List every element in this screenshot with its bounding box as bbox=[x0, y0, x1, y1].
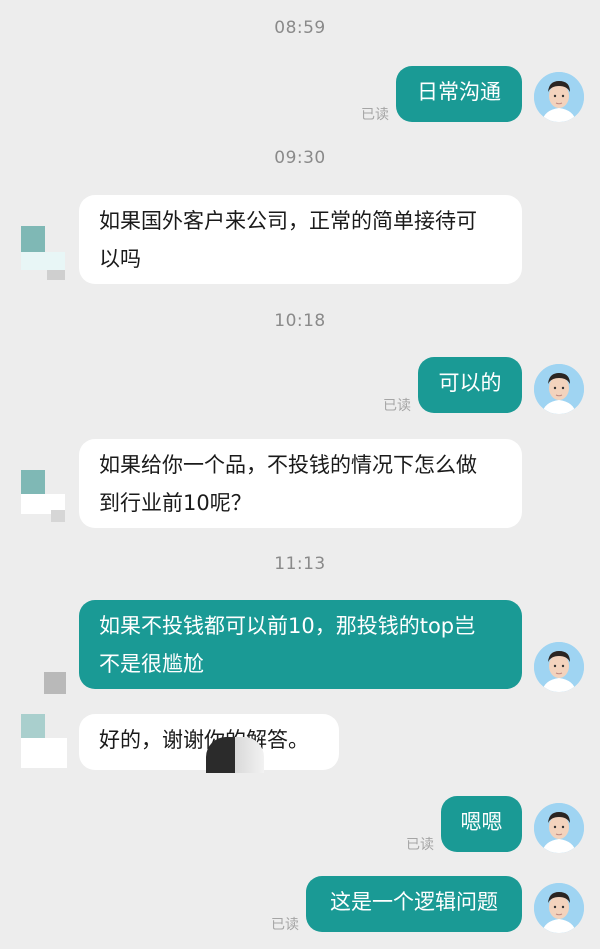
timestamp: 08:59 bbox=[274, 18, 326, 38]
read-receipt: 已读 bbox=[406, 837, 434, 853]
blurred-avatar-icon bbox=[21, 470, 65, 522]
read-receipt: 已读 bbox=[271, 917, 299, 933]
contact-avatar[interactable] bbox=[21, 470, 67, 524]
timestamp: 11:13 bbox=[274, 554, 326, 574]
message-text: 可以的 bbox=[438, 371, 502, 395]
avatar-photo-icon bbox=[534, 883, 584, 933]
message-text: 嗯嗯 bbox=[460, 810, 503, 834]
user-avatar[interactable] bbox=[534, 803, 584, 853]
contact-avatar[interactable] bbox=[21, 226, 67, 280]
message-bubble-outgoing[interactable]: 这是一个逻辑问题 bbox=[306, 876, 522, 932]
message-bubble-outgoing[interactable]: 如果不投钱都可以前10，那投钱的top岂 不是很尴尬 bbox=[79, 600, 522, 689]
message-text-line: 如果国外客户来公司，正常的简单接待可 bbox=[99, 209, 477, 233]
message-text-line: 以吗 bbox=[99, 247, 141, 271]
message-text: 这是一个逻辑问题 bbox=[330, 890, 498, 914]
blurred-avatar-icon bbox=[21, 226, 65, 280]
message-text: 好的，谢谢你的解答。 bbox=[99, 728, 309, 752]
message-text-line: 如果不投钱都可以前10，那投钱的top岂 bbox=[99, 614, 476, 638]
message-bubble-incoming[interactable]: 如果国外客户来公司，正常的简单接待可 以吗 bbox=[79, 195, 522, 284]
blurred-placeholder bbox=[44, 672, 66, 694]
read-receipt: 已读 bbox=[361, 107, 389, 123]
message-text-line: 如果给你一个品，不投钱的情况下怎么做 bbox=[99, 453, 477, 477]
read-receipt: 已读 bbox=[383, 398, 411, 414]
avatar-photo-icon bbox=[534, 642, 584, 692]
timestamp: 09:30 bbox=[274, 148, 326, 168]
user-avatar[interactable] bbox=[534, 883, 584, 933]
user-avatar[interactable] bbox=[534, 72, 584, 122]
avatar-photo-icon bbox=[534, 364, 584, 414]
avatar-photo-icon bbox=[534, 803, 584, 853]
message-text-line: 不是很尴尬 bbox=[99, 652, 204, 676]
timestamp: 10:18 bbox=[274, 311, 326, 331]
blurred-avatar-icon bbox=[21, 714, 67, 768]
message-bubble-outgoing[interactable]: 可以的 bbox=[418, 357, 522, 413]
user-avatar[interactable] bbox=[534, 642, 584, 692]
message-text-line: 到行业前10呢？ bbox=[99, 491, 252, 515]
message-bubble-outgoing[interactable]: 嗯嗯 bbox=[441, 796, 522, 852]
redaction-overlay bbox=[206, 737, 264, 773]
contact-avatar[interactable] bbox=[21, 714, 67, 768]
message-bubble-incoming[interactable]: 如果给你一个品，不投钱的情况下怎么做 到行业前10呢？ bbox=[79, 439, 522, 528]
avatar-photo-icon bbox=[534, 72, 584, 122]
user-avatar[interactable] bbox=[534, 364, 584, 414]
message-bubble-outgoing[interactable]: 日常沟通 bbox=[396, 66, 522, 122]
message-text: 日常沟通 bbox=[417, 80, 501, 104]
